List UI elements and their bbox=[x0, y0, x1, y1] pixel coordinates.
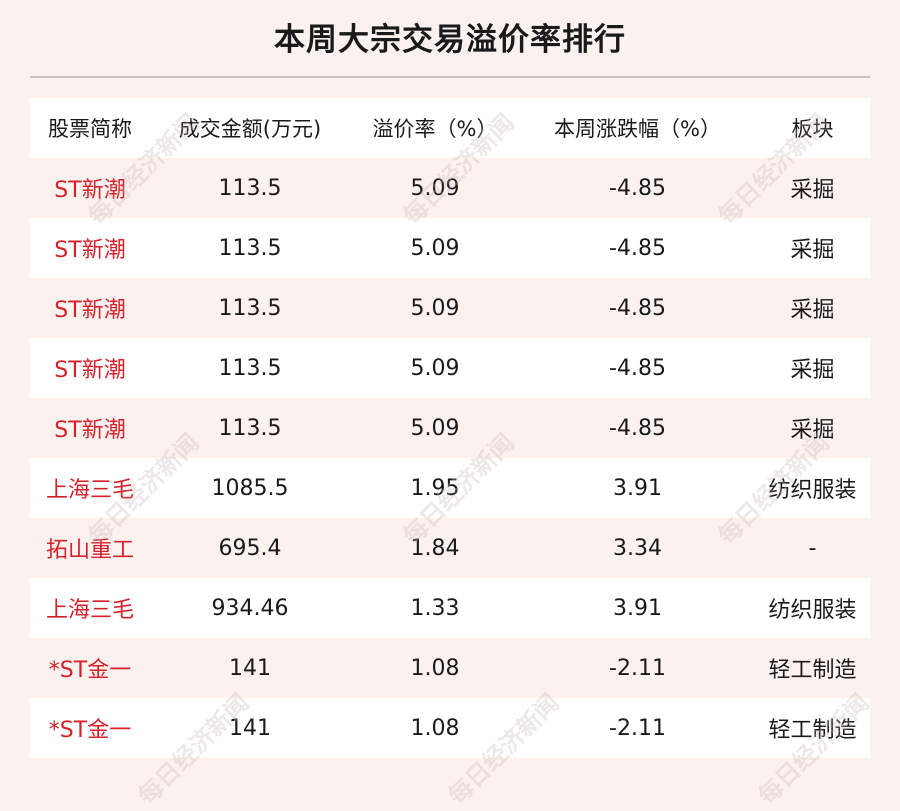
cell-stock-name: 拓山重工 bbox=[45, 538, 134, 563]
cell-amount: 934.46 bbox=[211, 595, 289, 621]
table-header-row: 股票简称 成交金额(万元) 溢价率（%） 本周涨跌幅（%） 板块 bbox=[30, 98, 870, 158]
header-sector: 板块 bbox=[791, 117, 834, 141]
table-row: ST新潮 113.5 5.09 -4.85 采掘 bbox=[30, 278, 870, 338]
table-row: 拓山重工 695.4 1.84 3.34 - bbox=[30, 518, 870, 578]
table-row: ST新潮 113.5 5.09 -4.85 采掘 bbox=[30, 398, 870, 458]
cell-weekly-change: 3.34 bbox=[613, 535, 662, 561]
cell-amount: 695.4 bbox=[218, 535, 282, 561]
cell-amount: 113.5 bbox=[218, 235, 282, 261]
table-row: *ST金一 141 1.08 -2.11 轻工制造 bbox=[30, 638, 870, 698]
cell-amount: 1085.5 bbox=[211, 475, 289, 501]
cell-stock-name: ST新潮 bbox=[54, 178, 126, 203]
cell-sector: 采掘 bbox=[790, 298, 835, 323]
cell-sector: 纺织服装 bbox=[768, 478, 857, 503]
title-divider bbox=[30, 76, 870, 78]
cell-sector: 采掘 bbox=[790, 238, 835, 263]
cell-stock-name: ST新潮 bbox=[54, 358, 126, 383]
cell-stock-name: ST新潮 bbox=[54, 238, 126, 263]
header-premium-rate: 溢价率（%） bbox=[372, 117, 498, 141]
cell-premium-rate: 1.95 bbox=[410, 475, 460, 501]
cell-stock-name: 上海三毛 bbox=[45, 598, 134, 623]
cell-weekly-change: 3.91 bbox=[613, 475, 662, 501]
cell-weekly-change: -4.85 bbox=[609, 355, 666, 381]
cell-weekly-change: -2.11 bbox=[609, 655, 666, 681]
cell-sector: 采掘 bbox=[790, 418, 835, 443]
header-amount: 成交金额(万元) bbox=[178, 117, 322, 141]
cell-weekly-change: -4.85 bbox=[609, 175, 666, 201]
cell-amount: 113.5 bbox=[218, 355, 282, 381]
cell-weekly-change: 3.91 bbox=[613, 595, 662, 621]
header-stock-name: 股票简称 bbox=[48, 117, 132, 141]
cell-stock-name: ST新潮 bbox=[54, 298, 126, 323]
cell-sector: 采掘 bbox=[790, 358, 835, 383]
cell-premium-rate: 5.09 bbox=[410, 235, 460, 261]
premium-rate-table: 股票简称 成交金额(万元) 溢价率（%） 本周涨跌幅（%） 板块 ST新潮 113… bbox=[30, 98, 870, 758]
cell-weekly-change: -4.85 bbox=[609, 235, 666, 261]
table-row: 上海三毛 934.46 1.33 3.91 纺织服装 bbox=[30, 578, 870, 638]
cell-amount: 141 bbox=[229, 715, 271, 741]
cell-stock-name: *ST金一 bbox=[48, 658, 132, 683]
table-row: ST新潮 113.5 5.09 -4.85 采掘 bbox=[30, 218, 870, 278]
page-title: 本周大宗交易溢价率排行 bbox=[274, 22, 626, 58]
table-row: 上海三毛 1085.5 1.95 3.91 纺织服装 bbox=[30, 458, 870, 518]
cell-sector: 纺织服装 bbox=[768, 598, 857, 623]
cell-stock-name: *ST金一 bbox=[48, 718, 132, 743]
cell-premium-rate: 5.09 bbox=[410, 355, 460, 381]
cell-premium-rate: 5.09 bbox=[410, 295, 460, 321]
cell-sector: 采掘 bbox=[790, 178, 835, 203]
cell-amount: 113.5 bbox=[218, 295, 282, 321]
cell-premium-rate: 5.09 bbox=[410, 415, 460, 441]
header-weekly-change: 本周涨跌幅（%） bbox=[554, 117, 721, 141]
table-row: *ST金一 141 1.08 -2.11 轻工制造 bbox=[30, 698, 870, 758]
cell-weekly-change: -4.85 bbox=[609, 415, 666, 441]
cell-premium-rate: 1.08 bbox=[410, 715, 460, 741]
cell-premium-rate: 1.08 bbox=[410, 655, 460, 681]
table-row: ST新潮 113.5 5.09 -4.85 采掘 bbox=[30, 158, 870, 218]
cell-weekly-change: -4.85 bbox=[609, 295, 666, 321]
cell-premium-rate: 1.33 bbox=[410, 595, 460, 621]
cell-stock-name: ST新潮 bbox=[54, 418, 126, 443]
cell-sector: - bbox=[808, 535, 817, 561]
cell-amount: 113.5 bbox=[218, 175, 282, 201]
cell-stock-name: 上海三毛 bbox=[45, 478, 134, 503]
cell-premium-rate: 1.84 bbox=[410, 535, 460, 561]
cell-sector: 轻工制造 bbox=[768, 658, 857, 683]
cell-premium-rate: 5.09 bbox=[410, 175, 460, 201]
cell-weekly-change: -2.11 bbox=[609, 715, 666, 741]
cell-amount: 113.5 bbox=[218, 415, 282, 441]
cell-amount: 141 bbox=[229, 655, 271, 681]
table-row: ST新潮 113.5 5.09 -4.85 采掘 bbox=[30, 338, 870, 398]
cell-sector: 轻工制造 bbox=[768, 718, 857, 743]
